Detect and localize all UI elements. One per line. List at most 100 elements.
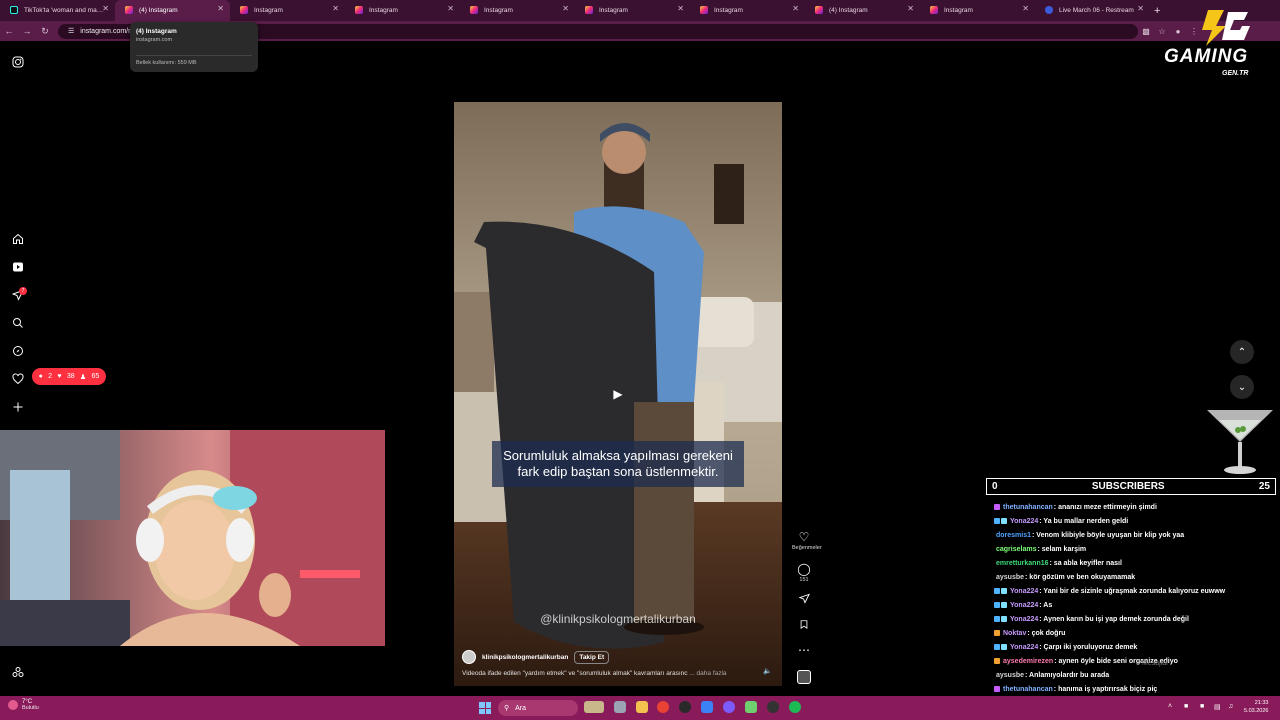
widget-app-icon[interactable] <box>584 701 604 713</box>
weather-widget[interactable]: 7°C Bulutlu <box>8 699 39 711</box>
chat-username[interactable]: thetunahancan <box>1003 686 1053 693</box>
like-count: 38 <box>66 373 75 380</box>
tab-close-icon[interactable]: ✕ <box>1137 4 1144 13</box>
reels-icon[interactable] <box>10 259 26 275</box>
reload-icon[interactable]: ↻ <box>36 26 54 37</box>
previous-reel-button[interactable]: ⌃ <box>1230 340 1254 364</box>
volume-icon[interactable]: ♫ <box>1228 703 1233 710</box>
browser-tab[interactable]: Instagram ✕ <box>230 0 345 21</box>
stream-chat: thetunahancan: ananızı meze ettirmeyin ş… <box>994 500 1276 696</box>
chat-username[interactable]: Yona224 <box>1010 518 1038 525</box>
browser-tab[interactable]: Live March 06 - Restream ✕ <box>1035 0 1150 21</box>
tab-close-icon[interactable]: ✕ <box>907 4 914 13</box>
file-explorer-icon[interactable] <box>636 701 648 713</box>
app-icon-7[interactable] <box>723 701 735 713</box>
more-options-icon[interactable]: ⋯ <box>792 643 816 657</box>
network-icon[interactable]: ▤ <box>1214 703 1221 711</box>
tray-chevron-icon[interactable]: ˄ <box>1168 703 1172 710</box>
browser-tab[interactable]: Instagram ✕ <box>460 0 575 21</box>
create-plus-icon[interactable] <box>10 399 26 415</box>
tab-hover-memory: Bellek kullanımı: 559 MB <box>136 55 252 66</box>
tab-close-icon[interactable]: ✕ <box>1022 4 1029 13</box>
tiktok-icon <box>10 6 18 14</box>
task-view-icon[interactable] <box>614 701 626 713</box>
browser-tab[interactable]: Instagram ✕ <box>690 0 805 21</box>
app-icon-9[interactable] <box>767 701 779 713</box>
cast-icon[interactable]: ▩ <box>1138 27 1154 36</box>
chat-username[interactable]: emretturkann16 <box>996 560 1049 567</box>
browser-tab[interactable]: (4) Instagram ✕ <box>115 0 230 21</box>
browser-tab[interactable]: TikTok'ta 'woman and man m ✕ <box>0 0 115 21</box>
more-menu-icon[interactable] <box>10 664 26 680</box>
play-icon[interactable]: ▶ <box>610 387 626 403</box>
chat-username[interactable]: aysusbe <box>996 574 1024 581</box>
tray-app-icon[interactable]: ■ <box>1184 703 1188 710</box>
forward-icon[interactable]: → <box>18 26 36 36</box>
spotify-icon[interactable] <box>789 701 801 713</box>
notifications-heart-icon[interactable] <box>10 371 26 387</box>
share-action[interactable] <box>792 593 816 607</box>
author-avatar[interactable] <box>462 650 476 664</box>
tab-label: (4) Instagram <box>829 7 868 14</box>
tab-close-icon[interactable]: ✕ <box>677 4 684 13</box>
tab-close-icon[interactable]: ✕ <box>102 4 109 13</box>
bookmark-icon[interactable] <box>792 619 816 633</box>
more-link[interactable]: ... daha fazla <box>689 670 726 677</box>
tab-close-icon[interactable]: ✕ <box>792 4 799 13</box>
chat-text: : çok doğru <box>1027 629 1066 637</box>
tray-app-icon-2[interactable]: ■ <box>1200 703 1204 710</box>
explore-icon[interactable] <box>10 343 26 359</box>
search-icon[interactable] <box>10 315 26 331</box>
chrome-icon[interactable] <box>657 701 669 713</box>
home-icon[interactable] <box>10 231 26 247</box>
chat-username[interactable]: aysusbe <box>996 672 1024 679</box>
browser-tab[interactable]: Instagram ✕ <box>345 0 460 21</box>
chat-message: cagriselams: selam karşim <box>994 542 1276 556</box>
browser-tab[interactable]: (4) Instagram ✕ <box>805 0 920 21</box>
instagram-logo-icon[interactable] <box>10 54 26 70</box>
chat-username[interactable]: Yona224 <box>1010 602 1038 609</box>
heart-icon[interactable]: ♡ <box>792 530 816 544</box>
tab-close-icon[interactable]: ✕ <box>447 4 454 13</box>
app-icon-8[interactable] <box>745 701 757 713</box>
chat-username[interactable]: Noktav <box>1003 630 1026 637</box>
comment-bubble-icon[interactable]: ◯ <box>792 562 816 576</box>
chat-username[interactable]: cagriselams <box>996 546 1036 553</box>
instagram-icon <box>930 6 938 14</box>
chat-username[interactable]: Yona224 <box>1010 644 1038 651</box>
chat-username[interactable]: Yona224 <box>1010 588 1038 595</box>
chat-message: Noktav: çok doğru <box>994 626 1276 640</box>
app-icon-6[interactable] <box>701 701 713 713</box>
save-action[interactable] <box>792 619 816 633</box>
follow-button[interactable]: Takip Et <box>574 650 610 664</box>
tab-label: Instagram <box>254 7 283 14</box>
obs-icon[interactable] <box>679 701 691 713</box>
tab-close-icon[interactable]: ✕ <box>332 4 339 13</box>
chat-username[interactable]: aysedemirezen <box>1003 658 1053 665</box>
search-icon: ⚲ <box>504 705 510 712</box>
logo-main-text: GAMING <box>1164 46 1249 67</box>
tab-close-icon[interactable]: ✕ <box>217 4 224 13</box>
chat-username[interactable]: thetunahancan <box>1003 504 1053 511</box>
activity-summary-pill[interactable]: ● 2 ♥ 38 ♟ 65 <box>32 368 106 385</box>
windows-start-icon[interactable] <box>479 702 491 714</box>
comment-action[interactable]: ◯ 151 <box>792 562 816 583</box>
author-name[interactable]: klinikpsikologmertalikurban <box>482 654 568 661</box>
share-icon[interactable] <box>792 593 816 607</box>
back-icon[interactable]: ← <box>0 26 18 36</box>
tab-close-icon[interactable]: ✕ <box>562 4 569 13</box>
like-action[interactable]: ♡ Beğenmeler <box>792 530 822 551</box>
system-clock[interactable]: 21:33 5.03.2026 <box>1244 699 1268 715</box>
chat-username[interactable]: doresmis1 <box>996 532 1031 539</box>
audio-thumbnail[interactable] <box>792 670 816 684</box>
mute-icon[interactable]: 🔈 <box>763 667 772 675</box>
browser-tab[interactable]: Instagram ✕ <box>920 0 1035 21</box>
browser-tab[interactable]: Instagram ✕ <box>575 0 690 21</box>
comment-count: 151 <box>799 577 809 583</box>
weather-desc: Bulutlu <box>22 705 39 711</box>
site-info-icon[interactable]: ☰ <box>68 27 74 35</box>
next-reel-button[interactable]: ⌄ <box>1230 375 1254 399</box>
logo-sub-text: GEN.TR <box>1222 70 1249 77</box>
chat-username[interactable]: Yona224 <box>1010 616 1038 623</box>
taskbar-search[interactable]: ⚲ Ara <box>498 700 578 716</box>
